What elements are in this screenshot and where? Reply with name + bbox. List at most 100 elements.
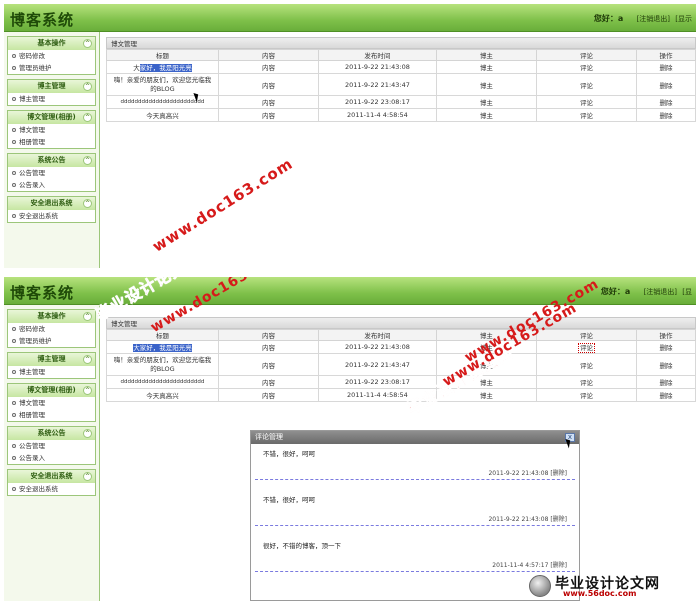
- collapse-icon[interactable]: ^: [83, 429, 92, 438]
- sidebar-group-header[interactable]: 博主管理 ^: [8, 80, 95, 93]
- bullet-icon: [12, 66, 16, 70]
- content-link[interactable]: 内容: [217, 375, 320, 389]
- author-link[interactable]: 博主: [435, 73, 537, 96]
- collapse-icon[interactable]: ^: [83, 312, 92, 321]
- sidebar-group-notice: 系统公告 ^ 公告管理 公告录入: [7, 153, 96, 192]
- sidebar-item-exit[interactable]: 安全退出系统: [8, 483, 95, 495]
- content-link[interactable]: 内容: [217, 353, 320, 376]
- collapse-icon[interactable]: ^: [83, 386, 92, 395]
- post-title-cell[interactable]: 大家好，我是阳光亮: [106, 60, 219, 74]
- sidebar-group-header[interactable]: 基本操作 ^: [8, 310, 95, 323]
- sidebar-item-notice-manage[interactable]: 公告管理: [8, 440, 95, 452]
- header-user-area: 您好：a [注销退出] [显示: [594, 13, 692, 24]
- sidebar-item-admin[interactable]: 管理员维护: [8, 62, 95, 74]
- post-title-cell[interactable]: 今天真高兴: [106, 388, 219, 402]
- sidebar-item-admin[interactable]: 管理员维护: [8, 335, 95, 347]
- section-title: 博文管理: [106, 37, 696, 49]
- author-link[interactable]: 博主: [435, 388, 537, 402]
- content-link[interactable]: 内容: [217, 108, 320, 122]
- collapse-icon[interactable]: ^: [83, 355, 92, 364]
- post-title-cell[interactable]: 今天真高兴: [106, 108, 219, 122]
- sidebar-group-header[interactable]: 安全退出系统 ^: [8, 470, 95, 483]
- sidebar-item-password[interactable]: 密码修改: [8, 323, 95, 335]
- author-link[interactable]: 博主: [435, 375, 537, 389]
- sidebar-item-blogger[interactable]: 博主管理: [8, 93, 95, 105]
- sidebar-group-title: 博文管理(相册): [27, 113, 76, 121]
- sidebar-item-posts[interactable]: 博文管理: [8, 124, 95, 136]
- comment-link[interactable]: 评论: [535, 95, 638, 109]
- content-link[interactable]: 内容: [217, 388, 320, 402]
- col-header-action: 操作: [636, 49, 696, 61]
- bullet-icon: [12, 444, 16, 448]
- post-title-cell[interactable]: dddddddddddddddddddddddd: [106, 95, 219, 109]
- sidebar-item-notice-add[interactable]: 公告录入: [8, 179, 95, 191]
- comment-link[interactable]: 评论: [535, 375, 638, 389]
- sidebar-group-header[interactable]: 博文管理(相册) ^: [8, 111, 95, 124]
- collapse-icon[interactable]: ^: [83, 472, 92, 481]
- sidebar-group-header[interactable]: 博主管理 ^: [8, 353, 95, 366]
- sidebar-item-notice-add[interactable]: 公告录入: [8, 452, 95, 464]
- content-link[interactable]: 内容: [217, 95, 320, 109]
- logout-link[interactable]: [注销退出]: [644, 288, 677, 296]
- delete-link[interactable]: 删除: [636, 340, 696, 354]
- comment-delete-link[interactable]: [删除]: [550, 562, 567, 569]
- sidebar-group-header[interactable]: 基本操作 ^: [8, 37, 95, 50]
- comment-delete-link[interactable]: [删除]: [550, 470, 567, 477]
- collapse-icon[interactable]: ^: [83, 39, 92, 48]
- sidebar-item-blogger[interactable]: 博主管理: [8, 366, 95, 378]
- sidebar-item-albums[interactable]: 相册管理: [8, 409, 95, 421]
- author-link[interactable]: 博主: [435, 95, 537, 109]
- author-link[interactable]: 博主: [435, 108, 537, 122]
- content-link[interactable]: 内容: [217, 60, 320, 74]
- comment-link-active[interactable]: 评论: [535, 340, 638, 354]
- delete-link[interactable]: 删除: [636, 60, 696, 74]
- delete-link[interactable]: 删除: [636, 108, 696, 122]
- comment-time: 2011-9-22 21:43:08: [488, 516, 549, 523]
- comment-item: 不错，很好，呵呵 2011-9-22 21:43:08 [删除]: [255, 490, 575, 526]
- comment-text: 很好，不错的博客，顶一下: [263, 542, 341, 550]
- comment-link[interactable]: 评论: [535, 60, 638, 74]
- delete-link[interactable]: 删除: [636, 353, 696, 376]
- table-row: 今天真高兴 内容 2011-11-4 4:58:54 博主 评论 删除: [106, 108, 696, 122]
- sidebar-group-header[interactable]: 安全退出系统 ^: [8, 197, 95, 210]
- content-link[interactable]: 内容: [217, 340, 320, 354]
- show-link[interactable]: [显示: [675, 15, 692, 23]
- author-link[interactable]: 博主: [435, 353, 537, 376]
- delete-link[interactable]: 删除: [636, 73, 696, 96]
- comment-delete-link[interactable]: [删除]: [550, 516, 567, 523]
- sidebar-item-exit[interactable]: 安全退出系统: [8, 210, 95, 222]
- sidebar-group-header[interactable]: 系统公告 ^: [8, 427, 95, 440]
- post-title-text: 大: [133, 64, 140, 72]
- sidebar-item-password[interactable]: 密码修改: [8, 50, 95, 62]
- author-link[interactable]: 博主: [435, 60, 537, 74]
- comment-time: 2011-9-22 21:43:08: [488, 470, 549, 477]
- collapse-icon[interactable]: ^: [83, 82, 92, 91]
- comment-time: 2011-11-4 4:57:17: [492, 562, 549, 569]
- sidebar-item-albums[interactable]: 相册管理: [8, 136, 95, 148]
- comment-link[interactable]: 评论: [535, 73, 638, 96]
- sidebar-item-posts[interactable]: 博文管理: [8, 397, 95, 409]
- post-title-cell[interactable]: 嗨！亲爱的朋友们，欢迎您光临我 的BLOG: [106, 73, 219, 96]
- delete-link[interactable]: 删除: [636, 375, 696, 389]
- sidebar-item-notice-manage[interactable]: 公告管理: [8, 167, 95, 179]
- comment-link[interactable]: 评论: [535, 353, 638, 376]
- content-link[interactable]: 内容: [217, 73, 320, 96]
- logout-link[interactable]: [注销退出]: [637, 15, 670, 23]
- author-link[interactable]: 博主: [435, 340, 537, 354]
- sidebar-group-title: 安全退出系统: [30, 472, 73, 480]
- delete-link[interactable]: 删除: [636, 95, 696, 109]
- publish-time: 2011-11-4 4:58:54: [318, 108, 437, 122]
- comment-link[interactable]: 评论: [535, 108, 638, 122]
- post-title-cell[interactable]: 大家好，我是阳光亮: [106, 340, 219, 354]
- collapse-icon[interactable]: ^: [83, 156, 92, 165]
- comment-link[interactable]: 评论: [535, 388, 638, 402]
- show-link[interactable]: [显: [682, 288, 692, 296]
- sidebar-item-label: 博文管理: [19, 126, 45, 134]
- post-title-cell[interactable]: 嗨！亲爱的朋友们，欢迎您光临我 的BLOG: [106, 353, 219, 376]
- collapse-icon[interactable]: ^: [83, 199, 92, 208]
- post-title-cell[interactable]: dddddddddddddddddddddddd: [106, 375, 219, 389]
- sidebar-group-header[interactable]: 系统公告 ^: [8, 154, 95, 167]
- delete-link[interactable]: 删除: [636, 388, 696, 402]
- sidebar-group-header[interactable]: 博文管理(相册) ^: [8, 384, 95, 397]
- collapse-icon[interactable]: ^: [83, 113, 92, 122]
